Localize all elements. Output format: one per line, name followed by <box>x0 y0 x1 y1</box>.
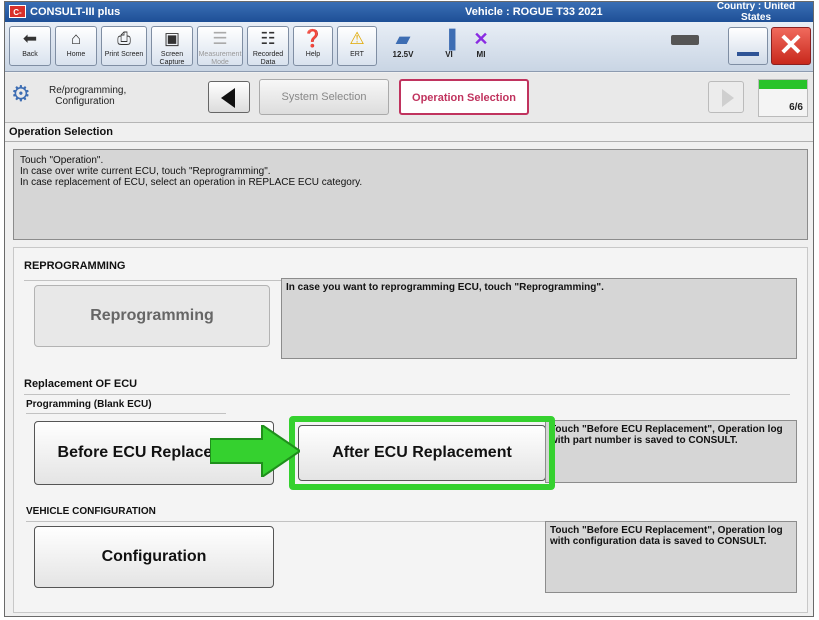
warning-icon: ⚠ <box>349 29 365 48</box>
step-progress: 6/6 <box>758 79 808 117</box>
measurement-icon: ☰ <box>212 29 228 48</box>
home-icon: ⌂ <box>70 29 82 48</box>
breadcrumb: ⚙ Re/programming, Configuration System S… <box>5 73 813 123</box>
step-counter: 6/6 <box>789 102 803 113</box>
crumb-forward-button[interactable] <box>708 81 744 113</box>
divider <box>24 394 790 395</box>
reprogramming-icon: ⚙ <box>11 81 31 106</box>
progress-fill <box>759 80 807 89</box>
ert-button[interactable]: ⚠ ERT <box>337 26 377 66</box>
close-button[interactable]: ✕ <box>771 27 811 65</box>
vehicle-label: Vehicle : ROGUE T33 2021 <box>465 6 603 18</box>
back-button[interactable]: ⬅ Back <box>9 26 51 66</box>
divider <box>26 413 226 414</box>
divider <box>5 141 813 142</box>
configuration-button[interactable]: Configuration <box>34 526 274 588</box>
measurement-mode-button[interactable]: ☰ Measurement Mode <box>197 26 243 66</box>
configuration-description: Touch "Before ECU Replacement", Operatio… <box>545 521 797 593</box>
vi-status: ▐ VI <box>435 28 463 59</box>
instruction-line: In case replacement of ECU, select an op… <box>20 177 363 188</box>
consult-window: C-III CONSULT-III plus Vehicle : ROGUE T… <box>4 1 814 617</box>
reprogramming-description: In case you want to reprogramming ECU, t… <box>281 278 797 359</box>
device-status-icon <box>671 35 699 45</box>
country-label: Country : United States <box>716 1 796 23</box>
close-icon: ✕ <box>778 29 804 62</box>
minimize-button[interactable] <box>728 27 768 65</box>
toolbar: ⬅ Back ⌂ Home ⎙ Print Screen ▣ Screen Ca… <box>5 22 813 72</box>
reprogramming-heading: REPROGRAMMING <box>24 260 126 272</box>
recorded-data-icon: ☷ <box>260 29 276 48</box>
mi-disconnected-icon: ✕ <box>473 29 489 49</box>
instruction-line: In case over write current ECU, touch "R… <box>20 166 271 177</box>
app-logo-icon: C-III <box>9 5 26 30</box>
reprogramming-button[interactable]: Reprogramming <box>34 285 270 347</box>
instruction-line: Touch "Operation". <box>20 155 104 166</box>
home-button[interactable]: ⌂ Home <box>55 26 97 66</box>
app-title: CONSULT-III plus <box>30 6 121 18</box>
car-icon: ▰ <box>396 29 410 49</box>
crumb-operation-selection[interactable]: Operation Selection <box>399 79 529 115</box>
instruction-box: Touch "Operation". In case over write cu… <box>13 149 808 240</box>
back-arrow-icon: ⬅ <box>22 29 38 48</box>
recorded-data-button[interactable]: ☷ Recorded Data <box>247 26 289 66</box>
print-screen-button[interactable]: ⎙ Print Screen <box>101 26 147 66</box>
printer-icon: ⎙ <box>117 29 131 48</box>
mi-status: ✕ MI <box>467 28 495 59</box>
page-title: Operation Selection <box>9 126 113 138</box>
crumb-back-button[interactable] <box>208 81 250 113</box>
replacement-description: Touch "Before ECU Replacement", Operatio… <box>545 420 797 483</box>
help-icon: ❓ <box>302 29 324 48</box>
highlight-box <box>289 416 555 490</box>
vehicle-configuration-heading: VEHICLE CONFIGURATION <box>26 506 156 517</box>
operation-panel: REPROGRAMMING Reprogramming In case you … <box>13 247 808 613</box>
programming-blank-ecu-label: Programming (Blank ECU) <box>26 399 152 410</box>
replacement-heading: Replacement OF ECU <box>24 378 138 390</box>
battery-status: ▰ 12.5V <box>383 28 423 59</box>
title-bar: C-III CONSULT-III plus Vehicle : ROGUE T… <box>5 1 813 30</box>
screen-capture-button[interactable]: ▣ Screen Capture <box>151 26 193 66</box>
signal-icon: ▐ <box>442 29 456 49</box>
crumb-system-selection[interactable]: System Selection <box>259 79 389 115</box>
help-button[interactable]: ❓ Help <box>293 26 333 66</box>
crumb-reprogramming: Re/programming, Configuration <box>49 85 127 107</box>
green-arrow-icon <box>210 425 300 477</box>
camera-icon: ▣ <box>163 29 181 48</box>
